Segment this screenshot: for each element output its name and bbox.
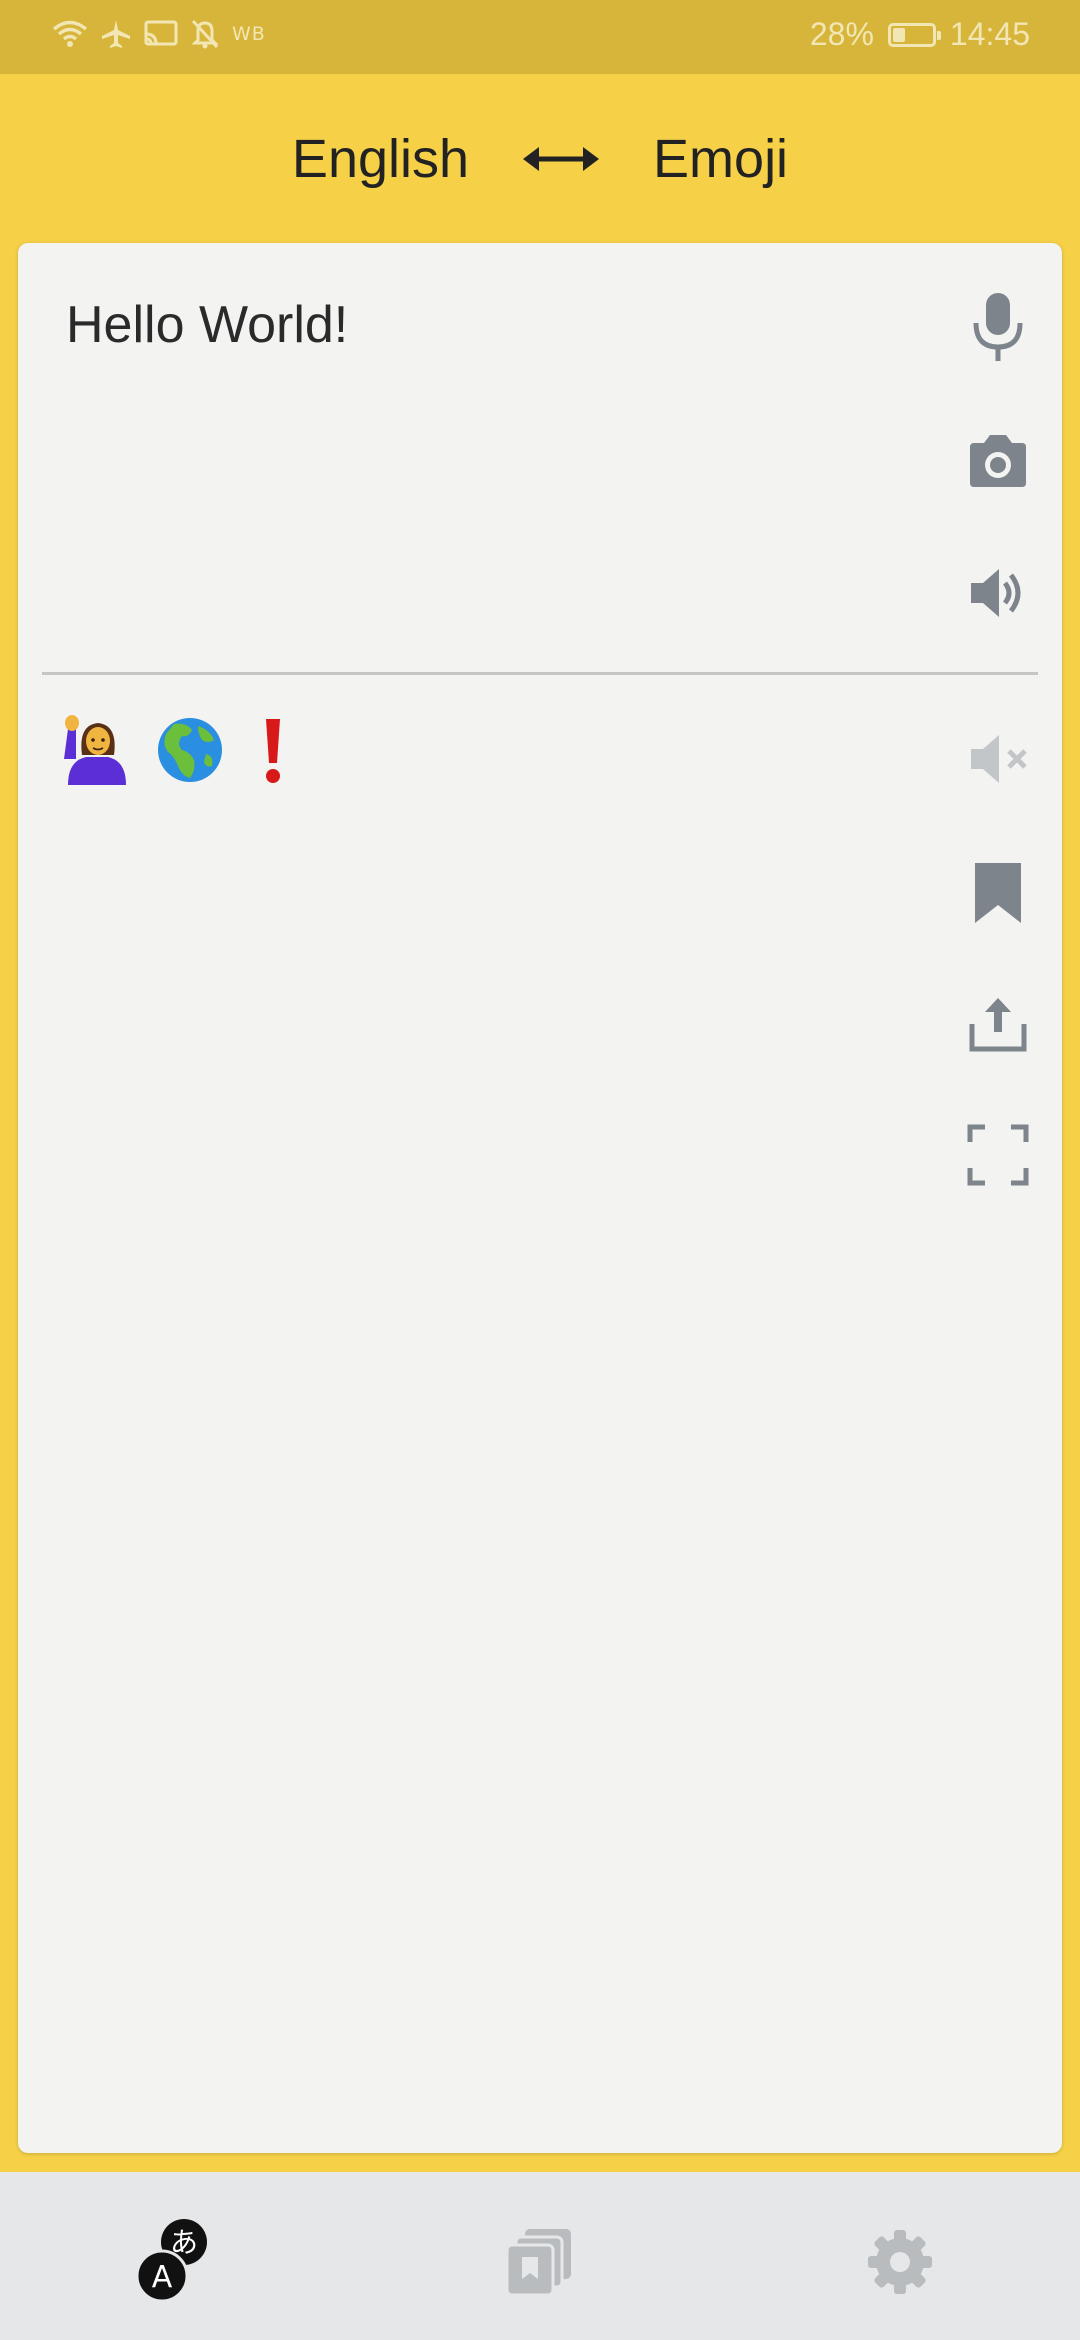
status-bar: WB 28% 14:45: [0, 0, 1080, 74]
status-icons: WB: [52, 18, 266, 50]
source-language-button[interactable]: English: [292, 128, 469, 190]
exclamation-mark-emoji: [258, 715, 288, 785]
divider: [42, 672, 1038, 675]
speaker-muted-icon: [958, 719, 1038, 799]
language-bar: English Emoji: [0, 74, 1080, 244]
cast-icon: [144, 20, 178, 48]
globe-europe-africa-emoji: [156, 716, 224, 784]
saved-cards-icon[interactable]: [490, 2212, 590, 2312]
share-icon[interactable]: [958, 983, 1038, 1063]
swap-arrows-icon[interactable]: [521, 137, 601, 181]
translation-card: Hello World!: [18, 243, 1062, 2153]
clock: 14:45: [949, 16, 1030, 52]
translation-output: [62, 715, 288, 785]
speaker-icon[interactable]: [958, 553, 1038, 633]
woman-raising-hand-emoji: [62, 715, 132, 785]
translate-icon[interactable]: あ A: [120, 2212, 220, 2312]
bookmark-icon[interactable]: [958, 853, 1038, 933]
microphone-icon[interactable]: [958, 287, 1038, 367]
carrier-label: WB: [232, 23, 266, 45]
fullscreen-icon[interactable]: [958, 1115, 1038, 1195]
target-language-button[interactable]: Emoji: [653, 128, 788, 190]
svg-text:A: A: [152, 2260, 173, 2295]
battery-icon: [887, 22, 941, 47]
bell-off-icon: [190, 18, 220, 50]
source-text-input[interactable]: Hello World!: [66, 295, 348, 355]
airplane-icon: [100, 18, 132, 50]
camera-icon[interactable]: [958, 421, 1038, 501]
status-right: 28% 14:45: [810, 16, 1030, 53]
bottom-navigation: あ A: [0, 2172, 1080, 2340]
battery-level: [892, 27, 905, 42]
wifi-icon: [52, 19, 88, 49]
battery-percent: 28%: [809, 16, 874, 52]
settings-icon[interactable]: [850, 2212, 950, 2312]
